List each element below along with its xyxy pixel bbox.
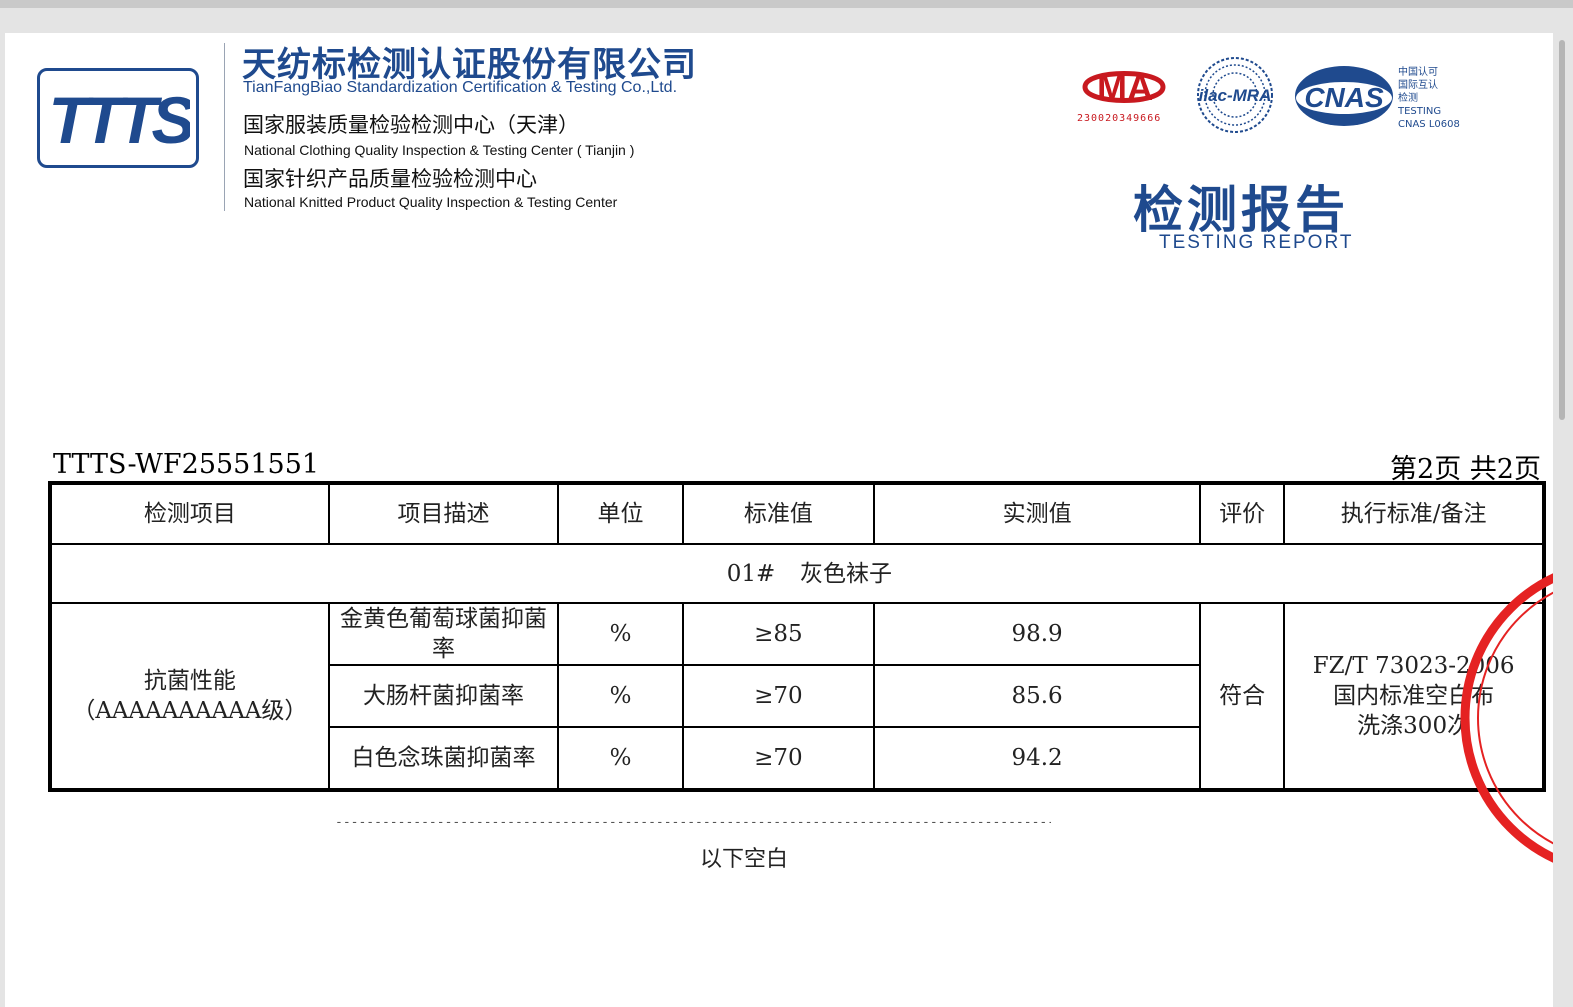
column-header: 项目描述 xyxy=(327,482,560,545)
cnas-side-line: 检测 xyxy=(1398,93,1418,104)
cnas-mark-text: CNAS xyxy=(1304,82,1384,113)
item-standard: ≥70 xyxy=(681,664,876,728)
item-unit: % xyxy=(557,726,684,791)
test-category-cell: 抗菌性能 （AAAAAAAAAA级） xyxy=(49,602,330,791)
item-measured: 85.6 xyxy=(873,664,1202,728)
end-dashed-line: ----------------------------------------… xyxy=(335,815,1051,830)
remark-standard: FZ/T 73023-2006 xyxy=(1312,653,1515,679)
sample-row: 01# 灰色袜子 xyxy=(49,543,1545,604)
cnas-mark-icon: CNAS xyxy=(1295,66,1393,126)
item-description: 白色念珠菌抑菌率 xyxy=(327,726,560,791)
blank-below-note: 以下空白 xyxy=(700,847,789,872)
cma-mark-icon: MA xyxy=(1082,67,1166,108)
ttts-logo: TTTS xyxy=(37,68,199,168)
item-unit: % xyxy=(557,664,684,728)
test-category-grade: （AAAAAAAAAA级） xyxy=(72,698,308,724)
report-number: TTTS-WF25551551 xyxy=(53,449,320,480)
ttts-logo-icon: TTTS xyxy=(49,83,190,157)
column-header: 实测值 xyxy=(873,482,1202,545)
knitted-center-en: National Knitted Product Quality Inspect… xyxy=(244,194,618,210)
item-description: 金黄色葡萄球菌抑菌率 xyxy=(327,602,560,666)
sample-cell: 01# 灰色袜子 xyxy=(49,543,1545,604)
table-row: 抗菌性能 （AAAAAAAAAA级） 金黄色葡萄球菌抑菌率 % ≥85 98.9… xyxy=(49,602,1545,791)
cma-number: 230020349666 xyxy=(1077,113,1162,124)
test-category: 抗菌性能 xyxy=(143,668,236,694)
column-header: 执行标准/备注 xyxy=(1283,482,1545,545)
table-header-row: 检测项目 项目描述 单位 标准值 实测值 评价 执行标准/备注 xyxy=(49,482,1545,545)
item-standard: ≥70 xyxy=(681,726,876,791)
report-page: TTTS 天纺标检测认证股份有限公司 TianFangBiao Standard… xyxy=(5,33,1553,1007)
header-divider xyxy=(224,43,225,211)
viewer-scroll-thumb[interactable] xyxy=(1559,40,1565,420)
viewer-top-bar xyxy=(0,0,1573,8)
cnas-side-line: TESTING xyxy=(1398,106,1442,117)
column-header: 单位 xyxy=(557,482,684,545)
item-measured: 98.9 xyxy=(873,602,1202,666)
remark-washes: 洗涤300次 xyxy=(1357,713,1471,739)
clothing-center-en: National Clothing Quality Inspection & T… xyxy=(244,142,635,158)
ilac-mra-text: ilac-MRA xyxy=(1199,86,1272,105)
column-header: 标准值 xyxy=(681,482,876,545)
item-unit: % xyxy=(557,602,684,666)
column-header: 检测项目 xyxy=(49,482,330,545)
item-description: 大肠杆菌抑菌率 xyxy=(327,664,560,728)
report-title-en: TESTING REPORT xyxy=(1159,232,1354,253)
clothing-center-cn: 国家服装质量检验检测中心（天津） xyxy=(243,113,579,137)
company-name-en: TianFangBiao Standardization Certificati… xyxy=(243,79,678,96)
ilac-mra-icon: ilac-MRA xyxy=(1197,57,1273,133)
item-standard: ≥85 xyxy=(681,602,876,666)
cnas-side-text: 中国认可 国际互认 检测 TESTING CNAS L0608 xyxy=(1398,66,1460,131)
knitted-center-cn: 国家针织产品质量检验检测中心 xyxy=(243,167,537,191)
evaluation-cell: 符合 xyxy=(1199,602,1286,791)
cnas-side-line: 中国认可 xyxy=(1398,67,1438,78)
column-header: 评价 xyxy=(1199,482,1286,545)
sample-number: 01# xyxy=(726,560,776,587)
remark-blank-fabric: 国内标准空白布 xyxy=(1333,683,1495,709)
results-table: 检测项目 项目描述 单位 标准值 实测值 评价 执行标准/备注 01# 灰色袜子 … xyxy=(48,481,1546,792)
svg-text:TTTS: TTTS xyxy=(49,83,190,157)
cma-mark-text: MA xyxy=(1097,67,1153,108)
item-measured: 94.2 xyxy=(873,726,1202,791)
sample-name: 灰色袜子 xyxy=(800,560,892,587)
cnas-side-line: 国际互认 xyxy=(1398,80,1438,91)
cnas-side-line: CNAS L0608 xyxy=(1398,119,1460,130)
remark-cell: FZ/T 73023-2006 国内标准空白布 洗涤300次 xyxy=(1283,602,1545,791)
